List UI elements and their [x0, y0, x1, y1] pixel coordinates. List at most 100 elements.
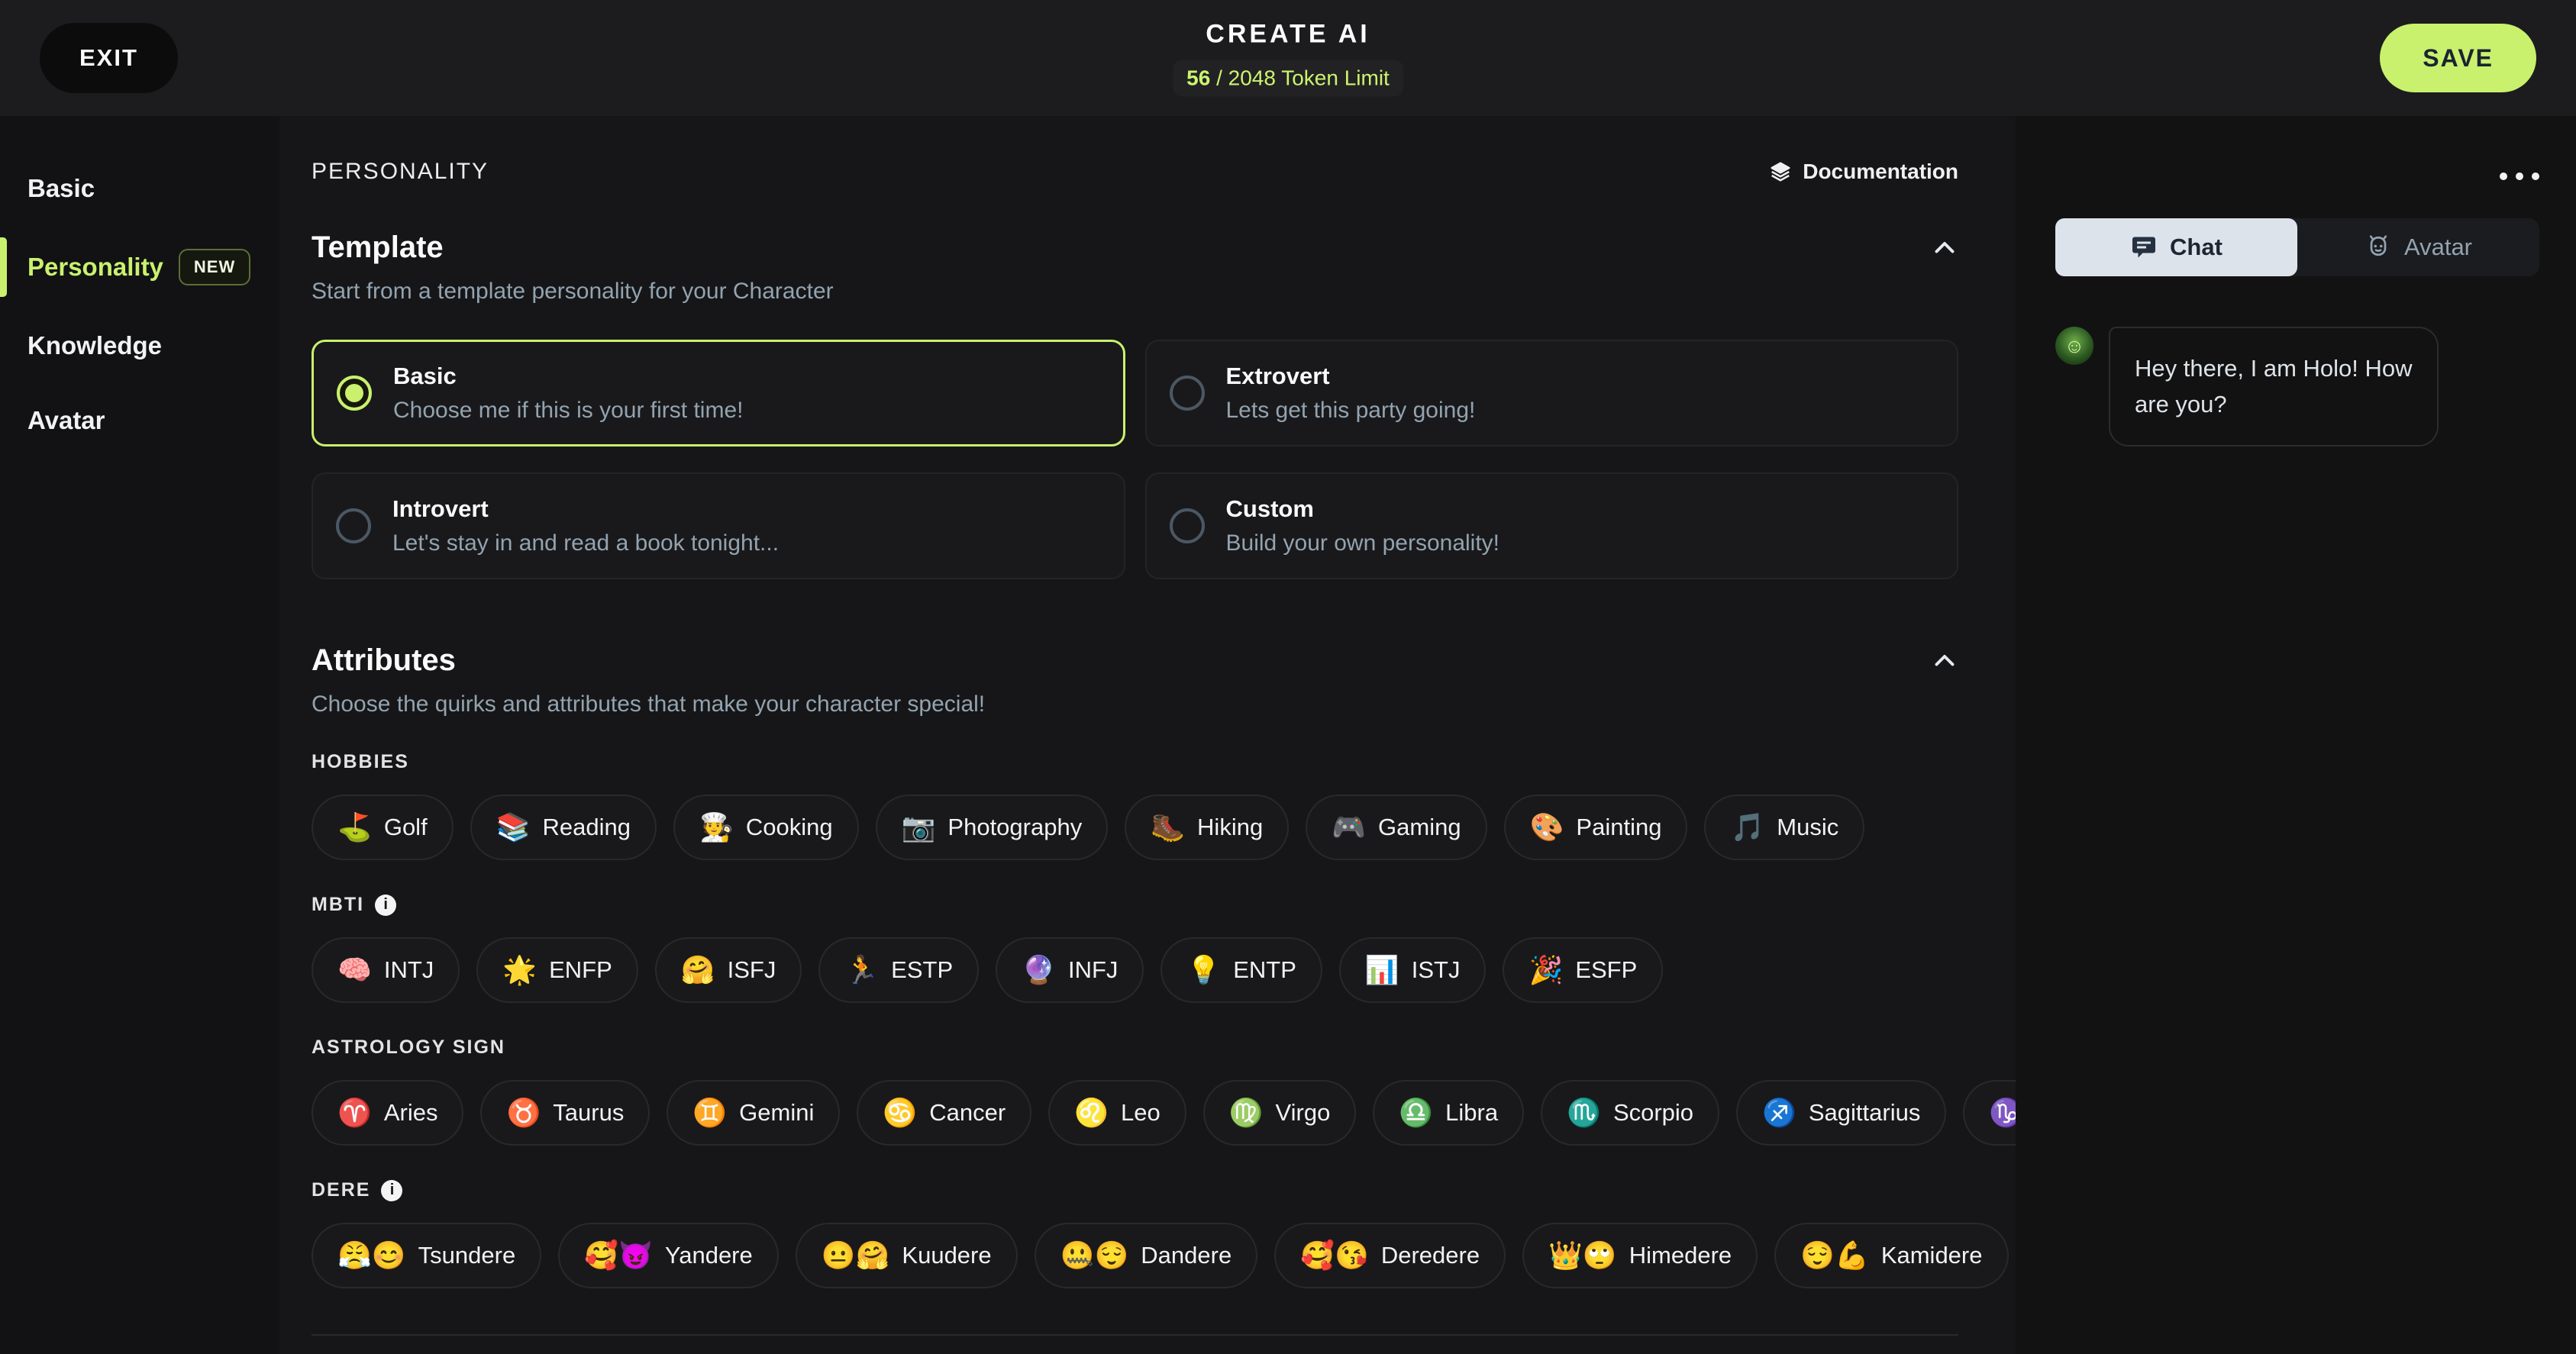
chip-label: Virgo	[1276, 1099, 1331, 1127]
attribute-chip[interactable]: 🎵 Music	[1704, 795, 1864, 860]
chip-label: ISTJ	[1412, 956, 1461, 984]
chip-label: Hiking	[1197, 814, 1263, 841]
attribute-chip[interactable]: ♉ Taurus	[480, 1080, 650, 1146]
sidebar-item[interactable]: Knowledge	[0, 308, 279, 383]
info-icon[interactable]: i	[375, 895, 396, 916]
template-option-title: Basic	[393, 363, 743, 390]
chat-message-bubble: Hey there, I am Holo! How are you?	[2109, 327, 2439, 446]
chat-message-row: ☺ Hey there, I am Holo! How are you?	[2055, 327, 2539, 446]
attribute-chip[interactable]: 🧑‍🍳 Cooking	[673, 795, 859, 860]
attribute-chip[interactable]: 😌💪 Kamidere	[1774, 1223, 2008, 1288]
attribute-chip[interactable]: ♐ Sagittarius	[1736, 1080, 1946, 1146]
attribute-group: DERE i 😤😊 Tsundere 🥰😈 Yandere	[312, 1179, 2016, 1288]
radio-icon[interactable]	[1170, 508, 1205, 543]
attribute-groups: HOBBIES i ⛳ Golf 📚 Reading 🧑‍�	[312, 751, 2016, 1288]
template-option-card[interactable]: Basic Choose me if this is your first ti…	[312, 340, 1125, 446]
attribute-chip[interactable]: 😐🤗 Kuudere	[796, 1223, 1018, 1288]
exit-button[interactable]: EXIT	[40, 23, 178, 93]
attribute-chip[interactable]: 🎨 Painting	[1504, 795, 1688, 860]
sidebar-item-label: Knowledge	[27, 331, 162, 360]
attribute-chip[interactable]: ⛳ Golf	[312, 795, 454, 860]
chip-label: Music	[1777, 814, 1838, 841]
title-block: CREATE AI 56 / 2048 Token Limit	[1173, 20, 1403, 97]
attribute-chip[interactable]: 🧠 INTJ	[312, 937, 460, 1003]
chip-emoji-icon: ♈	[337, 1099, 372, 1127]
attribute-chip-row: ⛳ Golf 📚 Reading 🧑‍🍳 Cooking 📷 Photogra	[312, 795, 2016, 860]
attribute-chip[interactable]: ♋ Cancer	[857, 1080, 1031, 1146]
chip-emoji-icon: ♍	[1229, 1099, 1264, 1127]
token-used: 56	[1186, 66, 1210, 90]
template-option-description: Let's stay in and read a book tonight...	[392, 530, 779, 556]
attribute-chip[interactable]: 📷 Photography	[876, 795, 1109, 860]
attribute-chip[interactable]: 📚 Reading	[470, 795, 657, 860]
attribute-chip[interactable]: ♈ Aries	[312, 1080, 463, 1146]
attribute-chip[interactable]: 🎉 ESFP	[1503, 937, 1663, 1003]
info-icon[interactable]: i	[381, 1180, 402, 1201]
template-option-description: Build your own personality!	[1226, 530, 1500, 556]
chip-emoji-icon: 🧑‍🍳	[699, 814, 734, 841]
chip-label: ENFP	[549, 956, 612, 984]
radio-icon[interactable]	[336, 508, 371, 543]
documentation-link[interactable]: Documentation	[1769, 160, 1958, 184]
chip-label: Photography	[947, 814, 1082, 841]
template-option-title: Extrovert	[1226, 363, 1476, 390]
attribute-group: HOBBIES i ⛳ Golf 📚 Reading 🧑‍�	[312, 751, 2016, 860]
attribute-chip[interactable]: ♏ Scorpio	[1541, 1080, 1719, 1146]
attribute-chip[interactable]: ♑ Capricorn	[1963, 1080, 2016, 1146]
chip-emoji-icon: 🧠	[337, 956, 372, 984]
attribute-chip[interactable]: 🤗 ISFJ	[655, 937, 802, 1003]
token-limit-text: / 2048 Token Limit	[1210, 66, 1390, 90]
documentation-label: Documentation	[1803, 160, 1958, 184]
attribute-chip[interactable]: ♊ Gemini	[667, 1080, 840, 1146]
holo-avatar: ☺	[2055, 327, 2093, 365]
chip-emoji-icon: 🎨	[1530, 814, 1564, 841]
attribute-chip[interactable]: 😤😊 Tsundere	[312, 1223, 541, 1288]
attribute-chip[interactable]: 🥾 Hiking	[1125, 795, 1289, 860]
tab-chat[interactable]: Chat	[2055, 218, 2297, 276]
radio-icon[interactable]	[1170, 376, 1205, 411]
attribute-chip[interactable]: 👑🙄 Himedere	[1522, 1223, 1758, 1288]
chip-label: Yandere	[665, 1242, 753, 1269]
attribute-chip[interactable]: 🎮 Gaming	[1306, 795, 1487, 860]
save-button[interactable]: SAVE	[2380, 24, 2536, 92]
attribute-group-label: ASTROLOGY SIGN	[312, 1036, 505, 1059]
attribute-chip[interactable]: 🥰😘 Deredere	[1274, 1223, 1506, 1288]
chip-label: ESFP	[1575, 956, 1637, 984]
radio-icon[interactable]	[337, 376, 372, 411]
chip-label: Himedere	[1629, 1242, 1732, 1269]
more-options-icon[interactable]	[2055, 165, 2539, 188]
sidebar-item[interactable]: Basic	[0, 151, 279, 226]
template-option-card[interactable]: Custom Build your own personality!	[1145, 472, 1959, 579]
chip-label: Golf	[384, 814, 428, 841]
chip-label: Painting	[1576, 814, 1661, 841]
chevron-up-icon[interactable]	[1931, 234, 1958, 262]
attribute-chip[interactable]: ♎ Libra	[1373, 1080, 1524, 1146]
chip-label: Deredere	[1381, 1242, 1480, 1269]
template-option-card[interactable]: Introvert Let's stay in and read a book …	[312, 472, 1125, 579]
attribute-chip[interactable]: 🤐😌 Dandere	[1035, 1223, 1258, 1288]
attribute-chip[interactable]: ♌ Leo	[1048, 1080, 1186, 1146]
chevron-up-icon[interactable]	[1931, 647, 1958, 675]
attribute-group-label: MBTI	[312, 894, 364, 916]
tab-avatar[interactable]: Avatar	[2297, 218, 2539, 276]
sidebar-item[interactable]: Avatar	[0, 383, 279, 458]
attribute-chip[interactable]: 🥰😈 Yandere	[558, 1223, 779, 1288]
chip-label: ESTP	[891, 956, 953, 984]
chip-label: Gaming	[1378, 814, 1461, 841]
template-option-card[interactable]: Extrovert Lets get this party going!	[1145, 340, 1959, 446]
attribute-chip[interactable]: 📊 ISTJ	[1339, 937, 1487, 1003]
attribute-chip[interactable]: 🏃 ESTP	[818, 937, 979, 1003]
attribute-chip[interactable]: 🌟 ENFP	[476, 937, 638, 1003]
sidebar-item-label: Basic	[27, 174, 95, 203]
chip-emoji-icon: 🥰😈	[584, 1242, 653, 1269]
sidebar-item[interactable]: Personality NEW	[0, 226, 279, 308]
sidebar-item-label: Avatar	[27, 406, 105, 435]
chip-label: Dandere	[1141, 1242, 1232, 1269]
template-option-description: Lets get this party going!	[1226, 398, 1476, 424]
chip-emoji-icon: ♊	[692, 1099, 727, 1127]
attribute-chip[interactable]: 🔮 INFJ	[996, 937, 1144, 1003]
chip-emoji-icon: ♉	[506, 1099, 541, 1127]
chip-emoji-icon: 📷	[902, 814, 936, 841]
attribute-chip[interactable]: 💡 ENTP	[1160, 937, 1322, 1003]
attribute-chip[interactable]: ♍ Virgo	[1203, 1080, 1357, 1146]
